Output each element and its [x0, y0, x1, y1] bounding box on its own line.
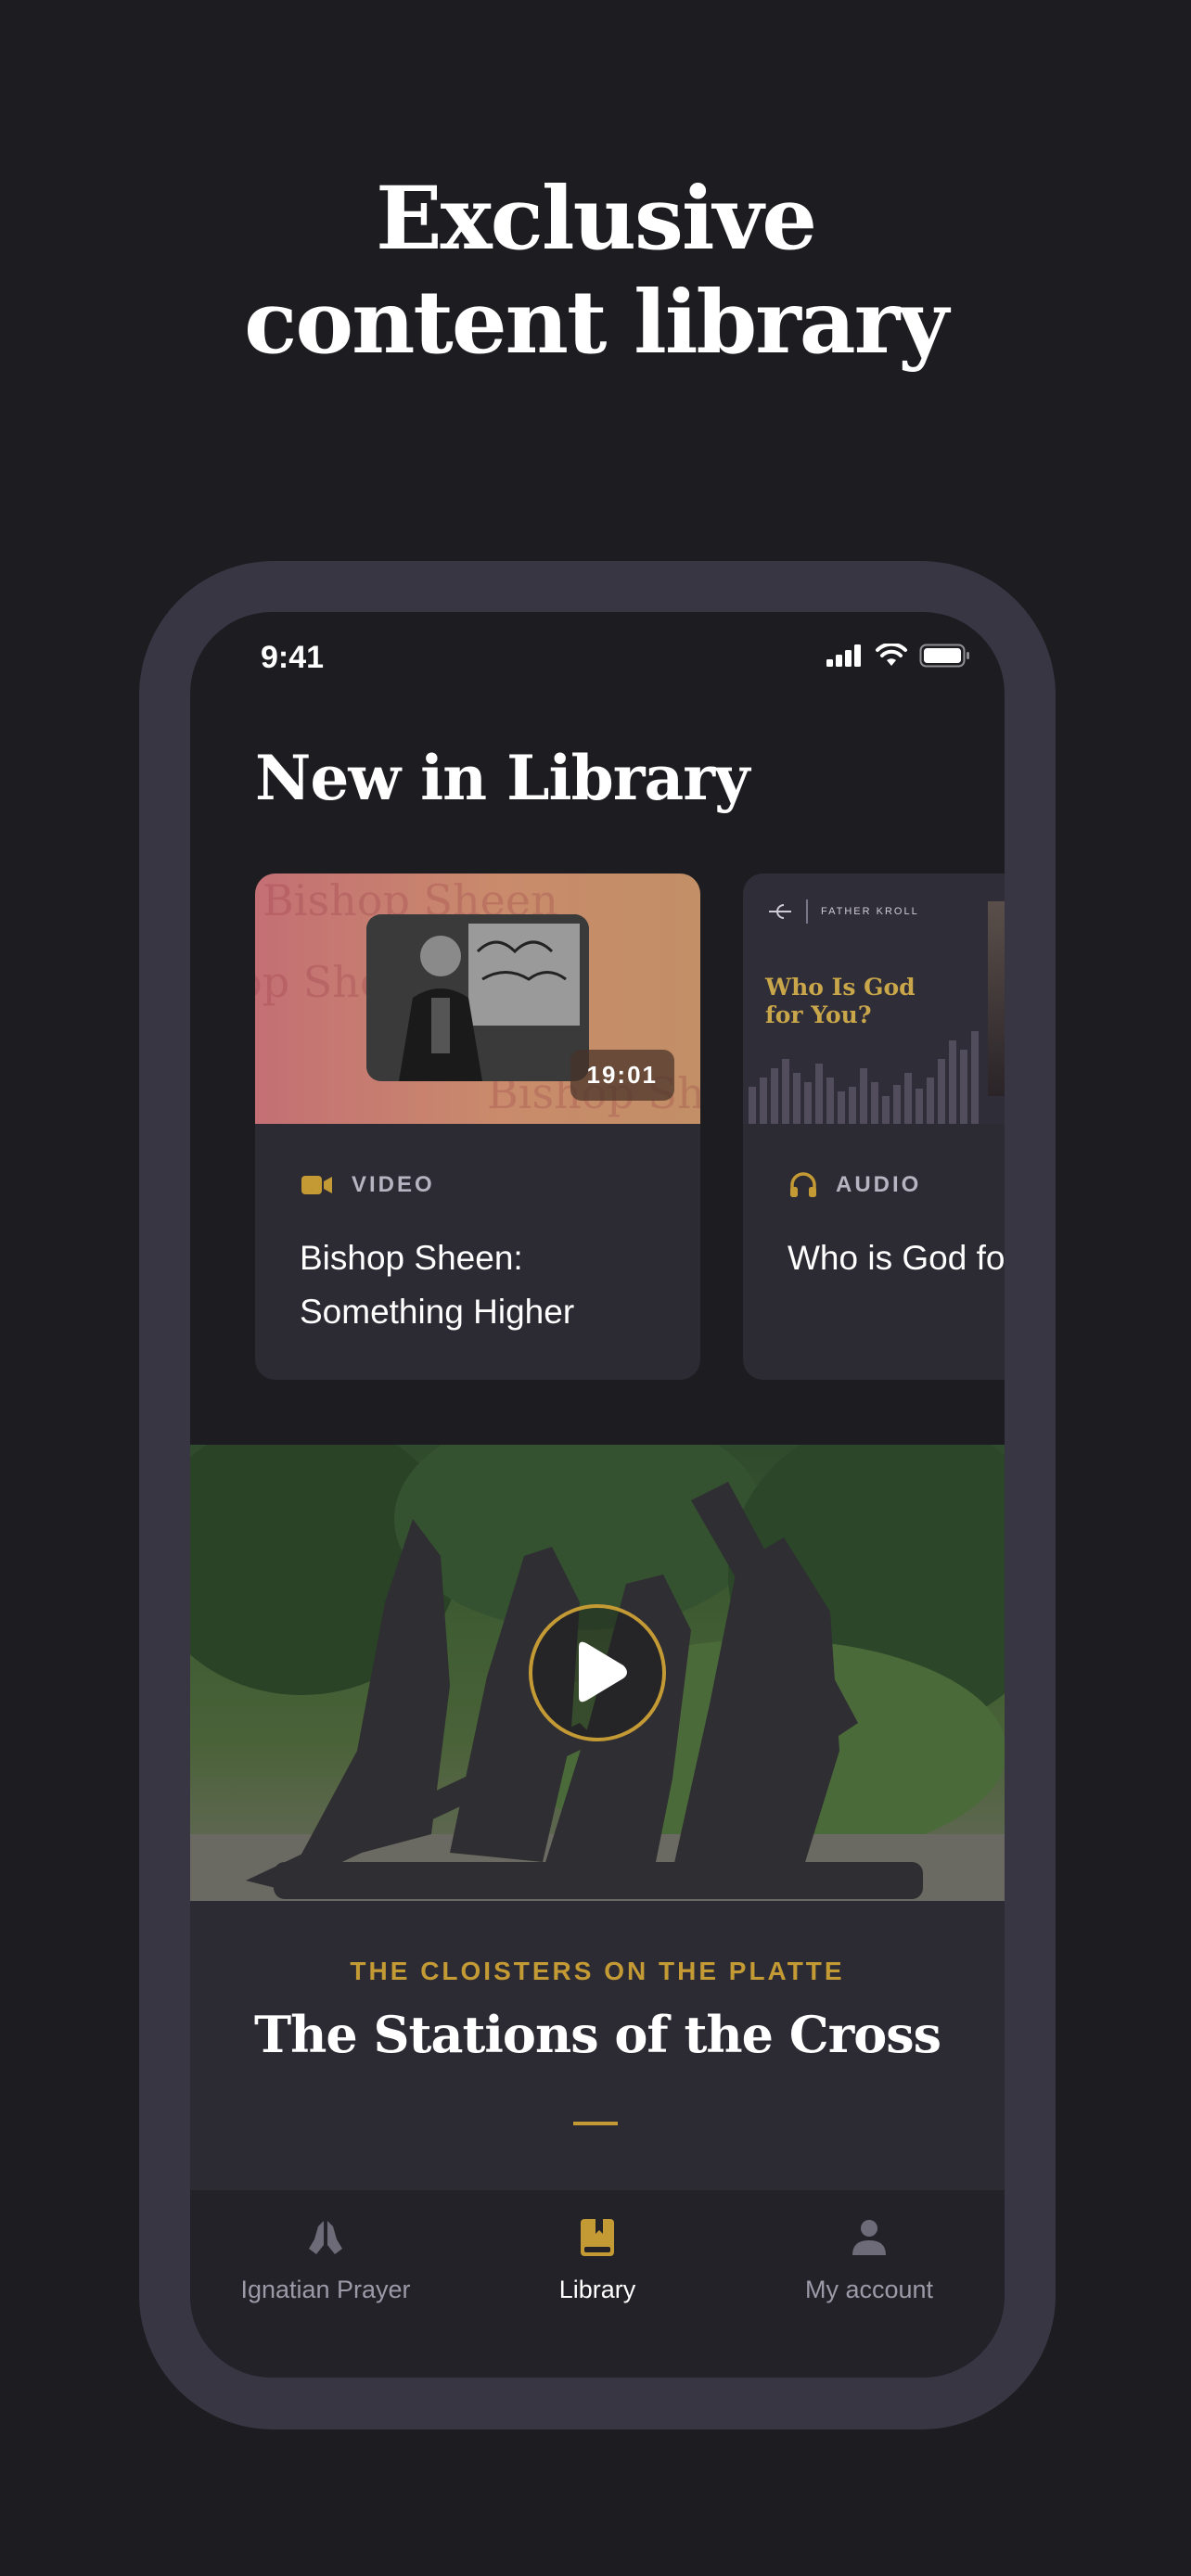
video-photo	[366, 914, 589, 1081]
video-thumbnail: Bishop Sheen op Sheen Bishop Sheen 19:01	[255, 874, 700, 1124]
card-type-row: VIDEO	[301, 1172, 435, 1198]
battery-icon	[919, 644, 969, 668]
card-type-label: VIDEO	[352, 1172, 435, 1197]
hero-title-line1: Exclusive	[375, 168, 817, 270]
tab-ignatian-prayer[interactable]: Ignatian Prayer	[190, 2213, 461, 2304]
tab-my-account[interactable]: My account	[734, 2213, 1005, 2304]
card-title: Who is God fo	[788, 1231, 1005, 1285]
thumbnail-brand: FATHER KROLL	[767, 899, 919, 924]
card-title-line: Who is God fo	[788, 1239, 1005, 1277]
thumbnail-photo	[988, 901, 1005, 1096]
featured-title: The Stations of the Cross	[253, 2005, 941, 2064]
audio-thumbnail: FATHER KROLL Who Is God for You?	[743, 874, 1005, 1124]
hero-headline: Exclusive content library	[0, 167, 1191, 375]
cellular-signal-icon	[826, 644, 861, 667]
thumbnail-title: Who Is God for You?	[765, 974, 916, 1029]
card-title: Bishop Sheen: Something Higher	[300, 1231, 574, 1339]
wifi-icon	[876, 644, 907, 666]
tab-library[interactable]: Library	[462, 2213, 733, 2304]
status-icons	[826, 644, 971, 668]
tab-label: Ignatian Prayer	[240, 2276, 411, 2303]
brand-logo-icon	[769, 904, 791, 919]
featured-image[interactable]	[190, 1445, 1005, 1901]
featured-eyebrow: THE CLOISTERS ON THE PLATTE	[350, 1957, 845, 1985]
audio-waveform-graphic	[749, 1031, 979, 1124]
thumbnail-title-line: Who Is God	[765, 974, 916, 1001]
person-icon	[852, 2220, 886, 2255]
hero-title-line2: content library	[244, 272, 949, 374]
card-type-label: AUDIO	[836, 1172, 922, 1197]
video-duration-badge: 19:01	[570, 1050, 674, 1101]
featured-divider	[573, 2122, 618, 2125]
book-icon	[581, 2219, 614, 2256]
tab-label: My account	[804, 2276, 934, 2303]
play-icon[interactable]	[527, 1602, 668, 1743]
featured-info[interactable]: THE CLOISTERS ON THE PLATTE The Stations…	[190, 1901, 1005, 2190]
tab-label: Library	[558, 2276, 636, 2303]
video-camera-icon	[301, 1176, 332, 1194]
phone-screen: 9:41 New in Library Bishop Sheen op Shee…	[190, 612, 1005, 2378]
library-card-video[interactable]: Bishop Sheen op Sheen Bishop Sheen 19:01	[255, 874, 700, 1380]
card-title-line: Something Higher	[300, 1293, 575, 1331]
headphones-icon	[790, 1172, 816, 1197]
praying-hands-icon	[309, 2221, 342, 2254]
card-title-line: Bishop Sheen:	[300, 1239, 523, 1277]
library-card-audio[interactable]: FATHER KROLL Who Is God for You? AUDIO W…	[743, 874, 1005, 1380]
section-title: New in Library	[255, 742, 749, 814]
card-type-row: AUDIO	[789, 1172, 921, 1198]
status-time: 9:41	[261, 640, 325, 675]
tab-bar: Ignatian Prayer Library My account	[190, 2190, 1005, 2378]
thumbnail-brand-text: FATHER KROLL	[821, 906, 919, 917]
